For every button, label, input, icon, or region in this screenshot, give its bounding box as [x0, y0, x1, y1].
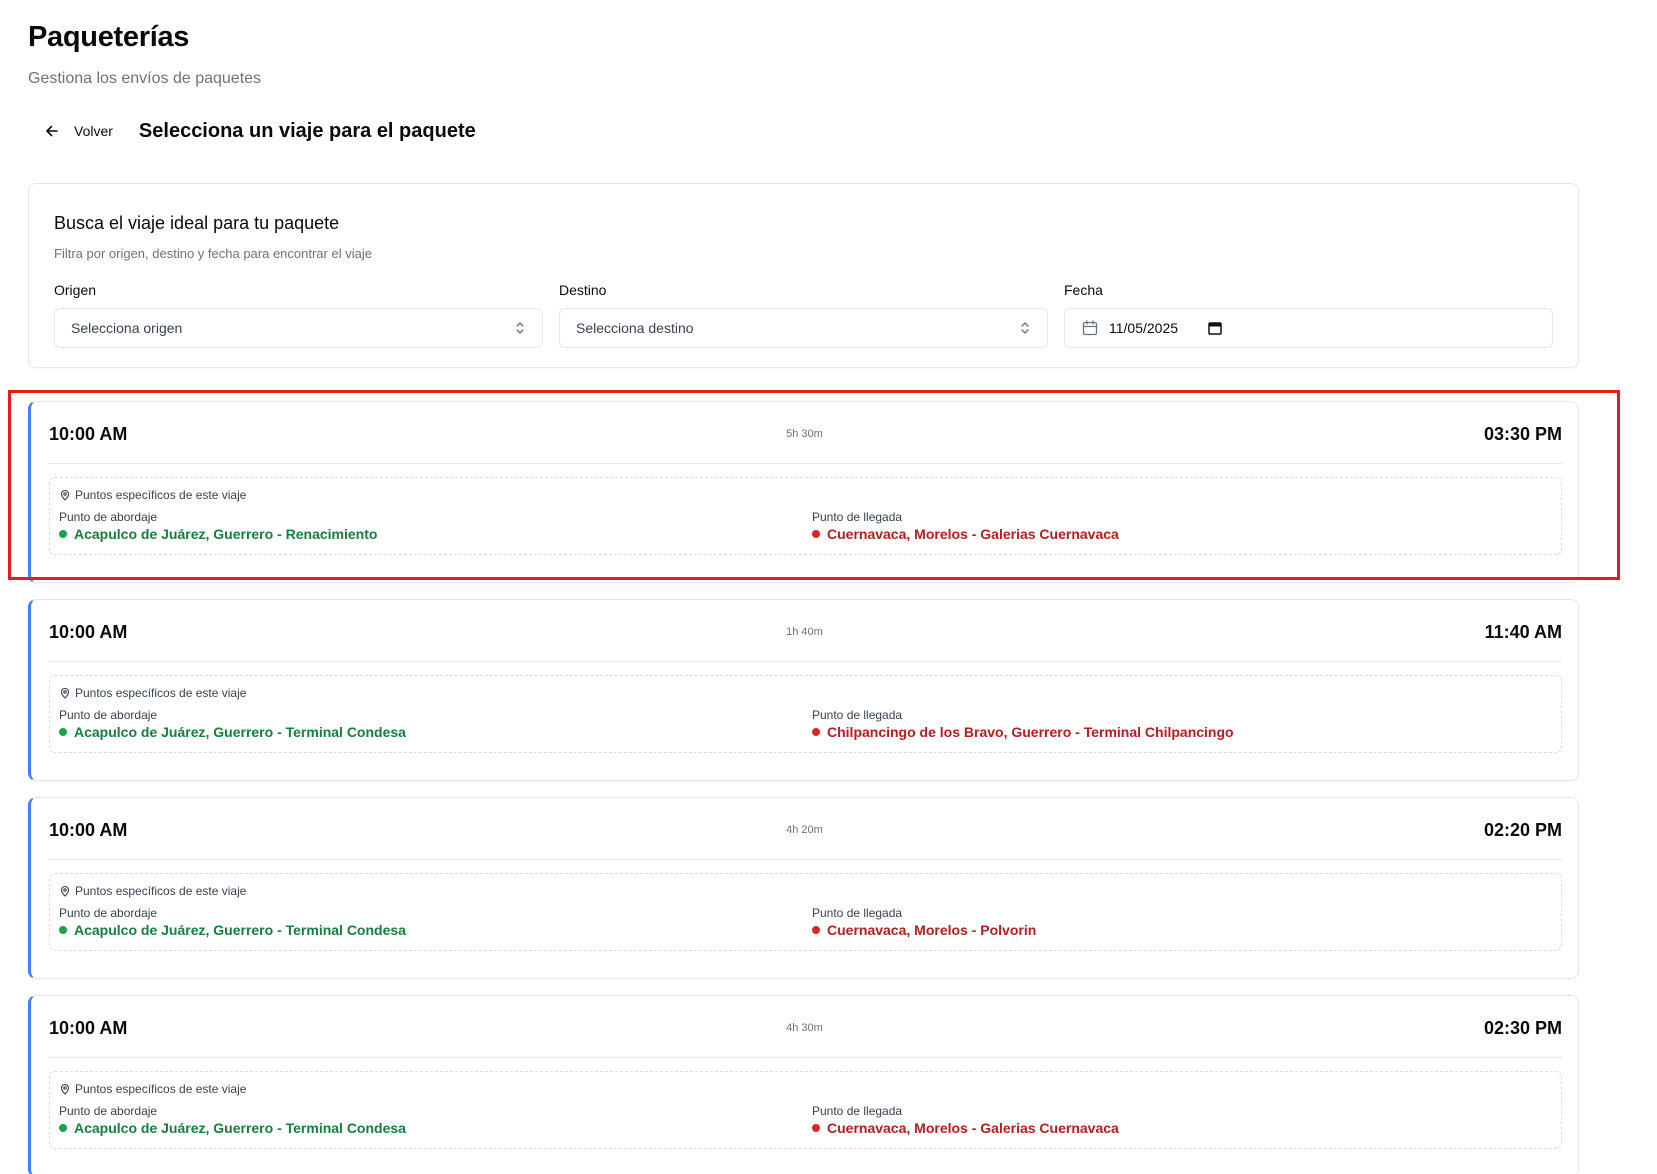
arrival-time: 11:40 AM	[1484, 622, 1562, 642]
date-value: 11/05/2025	[1109, 320, 1179, 336]
trip-duration: 5h 30m	[786, 428, 823, 440]
points-title: Puntos específicos de este viaje	[75, 1082, 247, 1096]
arrival-location: Cuernavaca, Morelos - Galerias Cuernavac…	[827, 1120, 1119, 1136]
boarding-location: Acapulco de Juárez, Guerrero - Renacimie…	[74, 526, 378, 542]
points-title: Puntos específicos de este viaje	[75, 488, 247, 502]
boarding-location: Acapulco de Juárez, Guerrero - Terminal …	[74, 724, 406, 740]
arrival-location: Cuernavaca, Morelos - Galerias Cuernavac…	[827, 526, 1119, 542]
destination-select[interactable]: Selecciona destino	[559, 308, 1048, 348]
arrival-label: Punto de llegada	[812, 708, 903, 722]
divider	[49, 463, 1562, 464]
red-dot	[812, 530, 820, 538]
boarding-point: Punto de abordaje Acapulco de Juárez, Gu…	[59, 707, 406, 741]
arrival-point: Punto de llegada Cuernavaca, Morelos - P…	[812, 905, 1036, 939]
filter-card: Busca el viaje ideal para tu paquete Fil…	[28, 183, 1579, 368]
trip-card[interactable]: 10:00 AM 5h 30m 03:30 PM Puntos específi…	[28, 401, 1579, 583]
red-dot	[812, 728, 820, 736]
green-dot	[59, 530, 67, 538]
page-header: Paqueterías Gestiona los envíos de paque…	[28, 18, 261, 88]
trip-card[interactable]: 10:00 AM 4h 30m 02:30 PM Puntos específi…	[28, 995, 1579, 1174]
boarding-label: Punto de abordaje	[59, 708, 158, 722]
calendar-icon	[1082, 320, 1098, 336]
trip-card[interactable]: 10:00 AM 1h 40m 11:40 AM Puntos específi…	[28, 599, 1579, 781]
points-header: Puntos específicos de este viaje	[59, 686, 246, 700]
origin-field: Origen Selecciona origen	[54, 280, 543, 348]
trip-card[interactable]: 10:00 AM 4h 20m 02:20 PM Puntos específi…	[28, 797, 1579, 979]
green-dot	[59, 728, 67, 736]
trip-points: Puntos específicos de este viaje Punto d…	[49, 873, 1562, 951]
origin-select[interactable]: Selecciona origen	[54, 308, 543, 348]
filter-title: Busca el viaje ideal para tu paquete	[54, 213, 340, 233]
points-title: Puntos específicos de este viaje	[75, 884, 247, 898]
boarding-label: Punto de abordaje	[59, 1104, 158, 1118]
filter-description: Filtra por origen, destino y fecha para …	[54, 246, 372, 261]
divider	[49, 859, 1562, 860]
boarding-point: Punto de abordaje Acapulco de Juárez, Gu…	[59, 905, 406, 939]
calendar-picker-icon[interactable]	[1208, 321, 1222, 335]
page-subtitle: Gestiona los envíos de paquetes	[28, 70, 262, 87]
origin-label: Origen	[54, 282, 97, 298]
boarding-location: Acapulco de Juárez, Guerrero - Terminal …	[74, 922, 406, 938]
back-button[interactable]: Volver	[42, 119, 115, 143]
boarding-location: Acapulco de Juárez, Guerrero - Terminal …	[74, 1120, 406, 1136]
arrival-point: Punto de llegada Cuernavaca, Morelos - G…	[812, 509, 1119, 543]
boarding-point: Punto de abordaje Acapulco de Juárez, Gu…	[59, 1103, 406, 1137]
nav-row: Volver Selecciona un viaje para el paque…	[42, 116, 476, 146]
points-header: Puntos específicos de este viaje	[59, 884, 246, 898]
trip-points: Puntos específicos de este viaje Punto d…	[49, 1071, 1562, 1149]
section-title: Selecciona un viaje para el paquete	[138, 119, 476, 142]
arrival-point: Punto de llegada Chilpancingo de los Bra…	[812, 707, 1234, 741]
date-input[interactable]: 11/05/2025	[1064, 308, 1553, 348]
trip-duration: 1h 40m	[786, 626, 823, 638]
arrival-label: Punto de llegada	[812, 1104, 903, 1118]
red-dot	[812, 1124, 820, 1132]
red-dot	[812, 926, 820, 934]
map-pin-icon	[60, 1083, 70, 1095]
back-label: Volver	[74, 123, 113, 139]
points-header: Puntos específicos de este viaje	[59, 1082, 246, 1096]
page-title: Paqueterías	[28, 21, 190, 53]
trip-points: Puntos específicos de este viaje Punto d…	[49, 477, 1562, 555]
arrival-location: Cuernavaca, Morelos - Polvorin	[827, 922, 1037, 938]
map-pin-icon	[60, 489, 70, 501]
date-label: Fecha	[1064, 282, 1103, 298]
trip-duration: 4h 30m	[786, 1022, 823, 1034]
arrival-time: 03:30 PM	[1483, 424, 1562, 444]
green-dot	[59, 1124, 67, 1132]
arrival-time: 02:30 PM	[1483, 1018, 1562, 1038]
destination-field: Destino Selecciona destino	[559, 280, 1048, 348]
map-pin-icon	[60, 687, 70, 699]
destination-label: Destino	[559, 282, 607, 298]
arrival-location: Chilpancingo de los Bravo, Guerrero - Te…	[827, 724, 1234, 740]
points-header: Puntos específicos de este viaje	[59, 488, 246, 502]
points-title: Puntos específicos de este viaje	[75, 686, 247, 700]
destination-placeholder: Selecciona destino	[576, 320, 694, 336]
trip-points: Puntos específicos de este viaje Punto d…	[49, 675, 1562, 753]
arrival-label: Punto de llegada	[812, 510, 903, 524]
green-dot	[59, 926, 67, 934]
arrival-label: Punto de llegada	[812, 906, 903, 920]
divider	[49, 661, 1562, 662]
trip-list: 10:00 AM 5h 30m 03:30 PM Puntos específi…	[28, 401, 1579, 1174]
arrival-time: 02:20 PM	[1483, 820, 1562, 840]
boarding-point: Punto de abordaje Acapulco de Juárez, Gu…	[59, 509, 377, 543]
date-field: Fecha 11/05/2025	[1064, 280, 1553, 348]
trip-duration: 4h 20m	[786, 824, 823, 836]
arrival-point: Punto de llegada Cuernavaca, Morelos - G…	[812, 1103, 1119, 1137]
divider	[49, 1057, 1562, 1058]
chevron-up-down-icon	[1021, 322, 1029, 334]
origin-placeholder: Selecciona origen	[71, 320, 183, 336]
boarding-label: Punto de abordaje	[59, 510, 158, 524]
map-pin-icon	[60, 885, 70, 897]
boarding-label: Punto de abordaje	[59, 906, 158, 920]
arrow-left-icon	[46, 125, 58, 137]
chevron-up-down-icon	[516, 322, 524, 334]
